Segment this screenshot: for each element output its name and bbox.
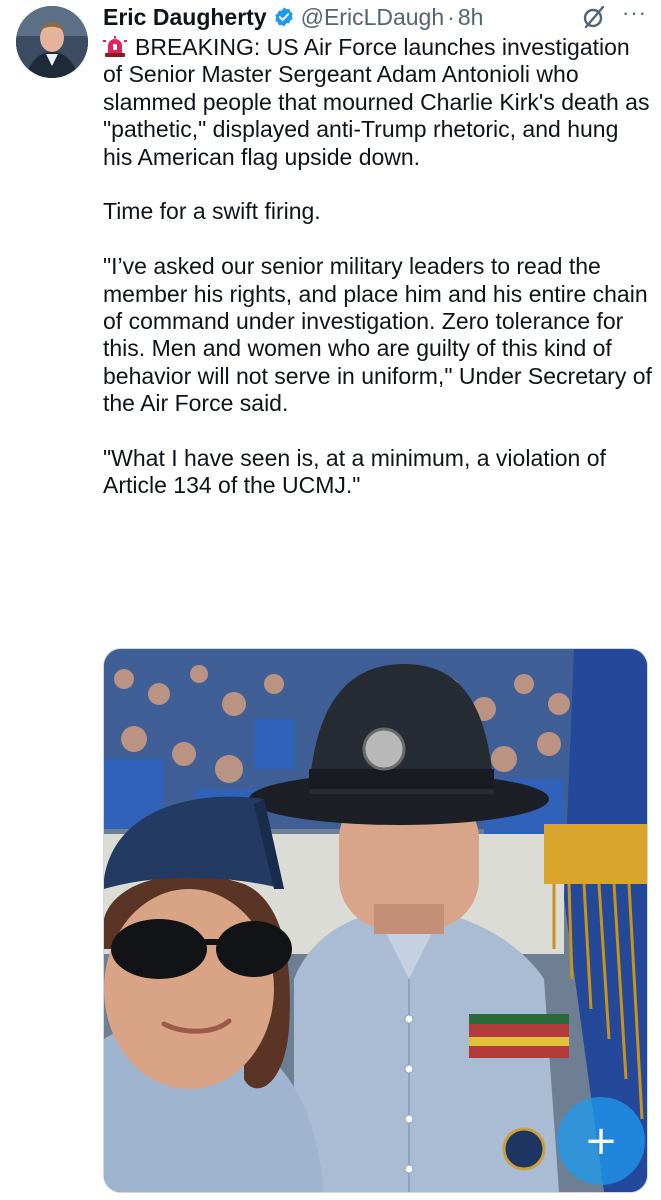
tweet-photo[interactable] (103, 648, 648, 1193)
tweet-body: BREAKING: US Air Force launches investig… (103, 34, 653, 500)
tweet-timestamp[interactable]: 8h (458, 4, 484, 31)
tweet-paragraph-2: Time for a swift firing. (103, 198, 321, 225)
photo-image (104, 649, 647, 1192)
tweet-header: Eric Daugherty @EricLDaugh · 8h (103, 2, 651, 32)
grok-icon[interactable] (581, 4, 607, 30)
more-options-icon[interactable]: ··· (622, 0, 647, 26)
author-name[interactable]: Eric Daugherty (103, 4, 267, 31)
tweet-paragraph-3: "I’ve asked our senior military leaders … (103, 253, 652, 417)
avatar-image (16, 6, 88, 78)
separator-dot: · (447, 3, 455, 30)
author-handle[interactable]: @EricLDaugh (301, 4, 445, 31)
tweet-paragraph-1: BREAKING: US Air Force launches investig… (103, 34, 653, 171)
tweet-paragraph-4: "What I have seen is, at a minimum, a vi… (103, 445, 606, 499)
rotating-light-icon (103, 36, 127, 58)
tweet-paragraph-1-text: BREAKING: US Air Force launches investig… (103, 34, 650, 170)
author-avatar[interactable] (16, 6, 88, 78)
verified-badge-icon (273, 6, 295, 28)
compose-plus-icon[interactable]: + (557, 1097, 645, 1185)
